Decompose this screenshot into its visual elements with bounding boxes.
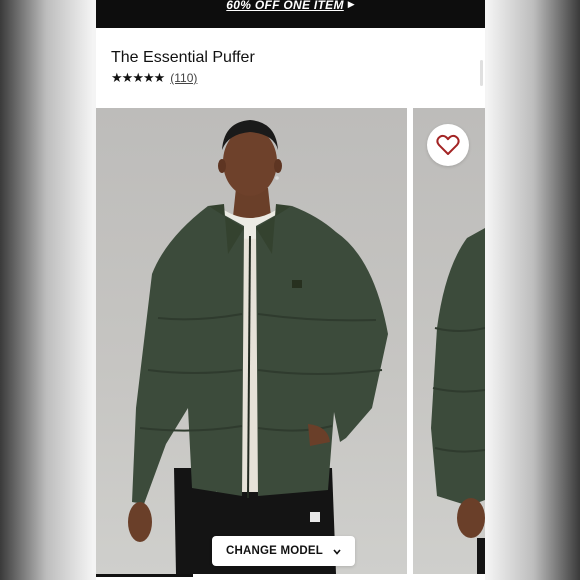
product-title: The Essential Puffer <box>111 49 255 66</box>
product-page: 60% OFF ONE ITEM ▶ The Essential Puffer … <box>96 0 485 580</box>
image-carousel[interactable]: CHANGE MODEL <box>96 108 485 580</box>
star-icon: ★ <box>111 70 123 85</box>
product-header: The Essential Puffer ★ ★ ★ ★ ★ (110) <box>96 28 485 108</box>
promo-text[interactable]: 60% OFF ONE ITEM <box>226 0 343 12</box>
star-icon: ★ <box>121 70 134 85</box>
model-wearing-puffer-image <box>128 120 388 574</box>
product-image-next[interactable] <box>413 108 485 574</box>
product-image[interactable]: CHANGE MODEL <box>96 108 407 574</box>
review-count-link[interactable]: (110) <box>170 71 197 85</box>
change-model-label: CHANGE MODEL <box>226 545 323 557</box>
star-icon: ★ <box>153 70 166 85</box>
scrollbar[interactable] <box>480 60 483 86</box>
chevron-down-icon <box>333 542 341 560</box>
model-wearing-puffer-image <box>431 228 485 574</box>
carousel-progress-fill <box>96 574 194 577</box>
heart-outline-icon <box>436 134 460 155</box>
triangle-right-icon: ▶ <box>347 0 355 9</box>
change-model-button[interactable]: CHANGE MODEL <box>212 536 355 566</box>
star-icon: ★ <box>142 70 155 85</box>
carousel-progress <box>96 574 485 580</box>
star-icon: ★ <box>132 70 144 85</box>
rating[interactable]: ★ ★ ★ ★ ★ (110) <box>111 70 197 86</box>
favorite-button[interactable] <box>427 124 469 166</box>
promo-banner[interactable]: 60% OFF ONE ITEM ▶ <box>96 0 485 28</box>
